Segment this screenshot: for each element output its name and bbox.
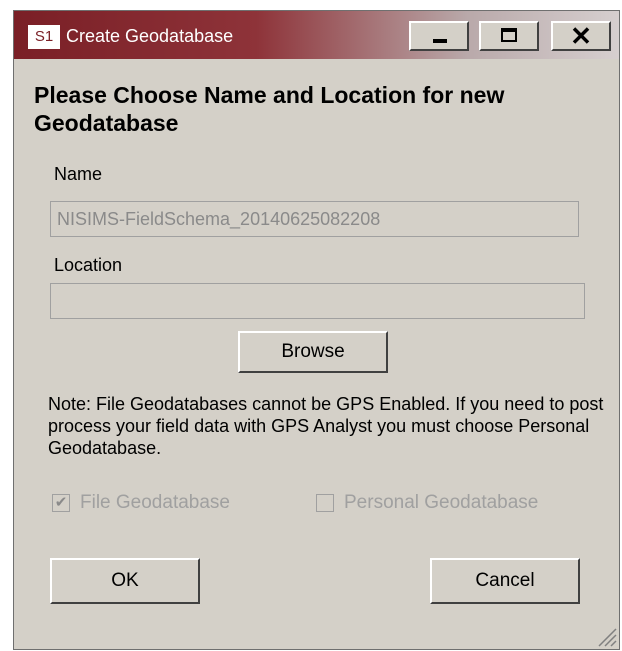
name-input[interactable] <box>50 201 579 237</box>
browse-button[interactable]: Browse <box>238 331 388 373</box>
close-icon: ✕ <box>570 21 592 51</box>
minimize-button[interactable] <box>409 21 469 51</box>
create-geodatabase-dialog: S1 Create Geodatabase ✕ Please Choose Na… <box>13 10 620 650</box>
title-bar[interactable]: S1 Create Geodatabase ✕ <box>14 11 619 59</box>
checkbox-checked-icon: ✔ <box>52 494 70 512</box>
maximize-icon <box>501 28 517 42</box>
close-button[interactable]: ✕ <box>551 21 611 51</box>
dialog-heading: Please Choose Name and Location for new … <box>34 82 505 136</box>
cancel-button[interactable]: Cancel <box>430 558 580 604</box>
file-geodatabase-label: File Geodatabase <box>80 492 230 513</box>
maximize-button[interactable] <box>479 21 539 51</box>
resize-grip-icon[interactable] <box>595 625 617 647</box>
personal-geodatabase-label: Personal Geodatabase <box>344 492 539 513</box>
window-title: Create Geodatabase <box>66 26 234 46</box>
checkbox-unchecked-icon <box>316 494 334 512</box>
location-label: Location <box>54 255 123 275</box>
app-icon: S1 <box>28 25 60 49</box>
gps-note-text: Note: File Geodatabases cannot be GPS En… <box>48 394 604 458</box>
ok-button[interactable]: OK <box>50 558 200 604</box>
location-input[interactable] <box>50 283 585 319</box>
name-label: Name <box>54 164 103 184</box>
minimize-icon <box>433 39 447 43</box>
